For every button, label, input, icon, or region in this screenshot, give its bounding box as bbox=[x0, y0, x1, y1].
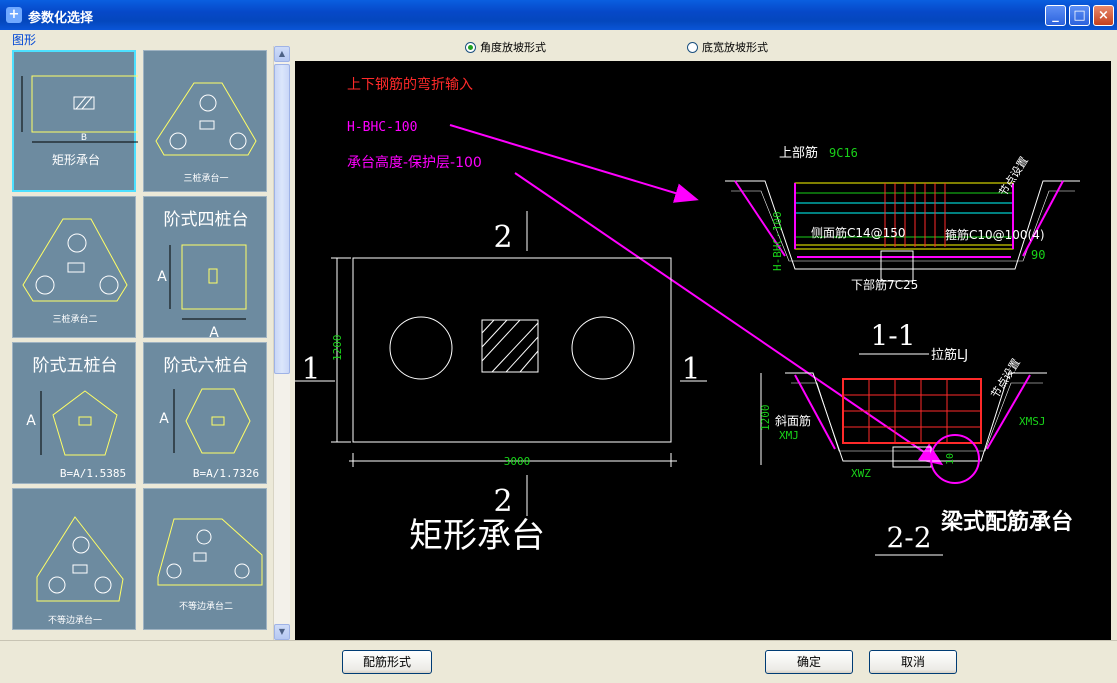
section-2-height: 1200 bbox=[759, 405, 772, 432]
title-bar[interactable]: + 参数化选择 _ □ × bbox=[0, 0, 1117, 30]
dim-a-left: A bbox=[159, 411, 169, 427]
radio-selected-icon[interactable] bbox=[465, 41, 476, 53]
dim-a-bottom: A bbox=[209, 325, 219, 339]
radio-label: 角度放坡形式 bbox=[480, 41, 546, 54]
slope-node-2: 节点设置 bbox=[989, 356, 1023, 400]
three-pile-2-preview: 三桩承台二 bbox=[22, 218, 128, 325]
note-h-bhc: H-BHC-100 bbox=[347, 120, 417, 135]
cad-drawing: 上下钢筋的弯折输入 H-BHC-100 承台高度-保护层-100 2 2 1 1… bbox=[295, 76, 1080, 556]
stirrup-label: 箍筋C10@100(4) bbox=[945, 227, 1045, 242]
plan-width-dim: 3000 bbox=[504, 455, 531, 468]
thumb-label: 不等边承台一 bbox=[48, 614, 102, 626]
thumb-label: 阶式四桩台 bbox=[164, 210, 249, 230]
top-bar-label: 上部筋 bbox=[779, 145, 818, 161]
thumb-three-pile-2[interactable]: 三桩承台二 bbox=[12, 196, 136, 338]
app-icon: + bbox=[6, 7, 22, 23]
scroll-up-icon[interactable]: ▲ bbox=[274, 46, 290, 62]
unequal-cap-2-preview: 不等边承台二 bbox=[157, 518, 263, 612]
window-title: 参数化选择 bbox=[28, 11, 94, 26]
note-header: 上下钢筋的弯折输入 bbox=[347, 76, 473, 93]
bottom-bar-label: 下部筋7C25 bbox=[851, 277, 918, 292]
ok-button[interactable]: 确定 bbox=[765, 650, 853, 674]
formula: B=A/1.7326 bbox=[193, 467, 259, 480]
thumb-label: 三桩承台二 bbox=[52, 313, 97, 325]
step-five-pile-preview: 阶式五桩台 A B=A/1.5385 bbox=[26, 356, 126, 480]
plan-name: 矩形承台 bbox=[409, 516, 545, 556]
thumb-rect-cap[interactable]: B 矩形承台 bbox=[12, 50, 138, 192]
xwz-label: XWZ bbox=[851, 467, 871, 480]
tie-bar-label: 拉筋LJ bbox=[931, 347, 968, 363]
radio-width-slope[interactable]: 底宽放坡形式 bbox=[687, 39, 768, 55]
thumb-unequal-cap-1[interactable]: 不等边承台一 bbox=[12, 488, 136, 630]
thumb-step-five-pile[interactable]: 阶式五桩台 A B=A/1.5385 bbox=[12, 342, 136, 484]
section-1-title: 1-1 bbox=[870, 319, 915, 352]
section-1-1: 上部筋 9C16 侧面筋C14@150 箍筋C10@100(4) 下部筋7C25… bbox=[725, 145, 1080, 355]
minimize-button[interactable]: _ bbox=[1045, 5, 1066, 26]
three-pile-1-preview: 三桩承台一 bbox=[155, 82, 257, 184]
radio-angle-slope[interactable]: 角度放坡形式 bbox=[465, 39, 546, 55]
section-mark-right: 1 bbox=[681, 352, 700, 387]
dim-10: 10 bbox=[945, 453, 956, 465]
dim-a-left: A bbox=[26, 413, 36, 429]
thumb-label: 阶式六桩台 bbox=[164, 356, 249, 376]
cancel-button[interactable]: 取消 bbox=[869, 650, 957, 674]
rect-cap-dim: B bbox=[81, 133, 87, 143]
arrow-to-section-2 bbox=[514, 172, 944, 466]
thumb-step-six-pile[interactable]: 阶式六桩台 A B=A/1.7326 bbox=[143, 342, 267, 484]
scroll-down-icon[interactable]: ▼ bbox=[274, 624, 290, 640]
step-four-pile-preview: 阶式四桩台 A A bbox=[157, 210, 249, 339]
side-height-label: H-BHC-100 bbox=[771, 211, 784, 271]
drawing-title: 梁式配筋承台 bbox=[940, 509, 1073, 535]
thumb-label: 三桩承台一 bbox=[183, 172, 228, 184]
shape-panel: 图形 B 矩形承台 三桩承台一 三桩承台二 阶式四桩台 A A 阶式五桩台 A … bbox=[4, 31, 291, 640]
radio-unselected-icon[interactable] bbox=[687, 41, 698, 53]
thumb-label: 矩形承台 bbox=[52, 152, 100, 167]
thumb-three-pile-1[interactable]: 三桩承台一 bbox=[143, 50, 267, 192]
thumbnail-scrollbar[interactable]: ▲ ▼ bbox=[273, 46, 290, 640]
thumb-unequal-cap-2[interactable]: 不等边承台二 bbox=[143, 488, 267, 630]
slope-bar-label: 斜面筋 bbox=[775, 413, 811, 428]
drawing-canvas: 上下钢筋的弯折输入 H-BHC-100 承台高度-保护层-100 2 2 1 1… bbox=[295, 61, 1111, 640]
thumb-label: 不等边承台二 bbox=[179, 600, 233, 612]
button-bar: 配筋形式 确定 取消 bbox=[0, 640, 1117, 683]
angle-label: 90 bbox=[1031, 248, 1045, 262]
thumbnail-list: B 矩形承台 三桩承台一 三桩承台二 阶式四桩台 A A 阶式五桩台 A B=A… bbox=[8, 46, 276, 640]
note-height-cover: 承台高度-保护层-100 bbox=[347, 154, 482, 171]
step-six-pile-preview: 阶式六桩台 A B=A/1.7326 bbox=[159, 356, 259, 480]
section-mark-bottom: 2 bbox=[493, 484, 512, 519]
plan-height-dim: 1200 bbox=[331, 335, 344, 362]
section-2-title: 2-2 bbox=[886, 521, 931, 554]
top-bar-spec: 9C16 bbox=[829, 146, 858, 160]
radio-label: 底宽放坡形式 bbox=[702, 41, 768, 54]
close-button[interactable]: × bbox=[1093, 5, 1114, 26]
section-mark-left: 1 bbox=[301, 352, 320, 387]
side-bar-label: 侧面筋C14@150 bbox=[811, 225, 906, 240]
section-mark-top: 2 bbox=[493, 220, 512, 255]
rect-cap-preview: B 矩形承台 bbox=[21, 75, 138, 167]
xmsj-label: XMSJ bbox=[1019, 415, 1046, 428]
maximize-button[interactable]: □ bbox=[1069, 5, 1090, 26]
arrow-to-section-1 bbox=[449, 124, 699, 203]
scroll-thumb[interactable] bbox=[274, 64, 290, 374]
slope-mode-bar: 角度放坡形式 底宽放坡形式 bbox=[295, 31, 1111, 59]
dim-a-left: A bbox=[157, 269, 167, 285]
thumb-step-four-pile[interactable]: 阶式四桩台 A A bbox=[143, 196, 267, 339]
formula: B=A/1.5385 bbox=[60, 467, 126, 480]
unequal-cap-1-preview: 不等边承台一 bbox=[36, 516, 124, 626]
rebar-form-button[interactable]: 配筋形式 bbox=[342, 650, 432, 674]
xmj-label: XMJ bbox=[779, 429, 799, 442]
thumb-label: 阶式五桩台 bbox=[33, 356, 118, 376]
